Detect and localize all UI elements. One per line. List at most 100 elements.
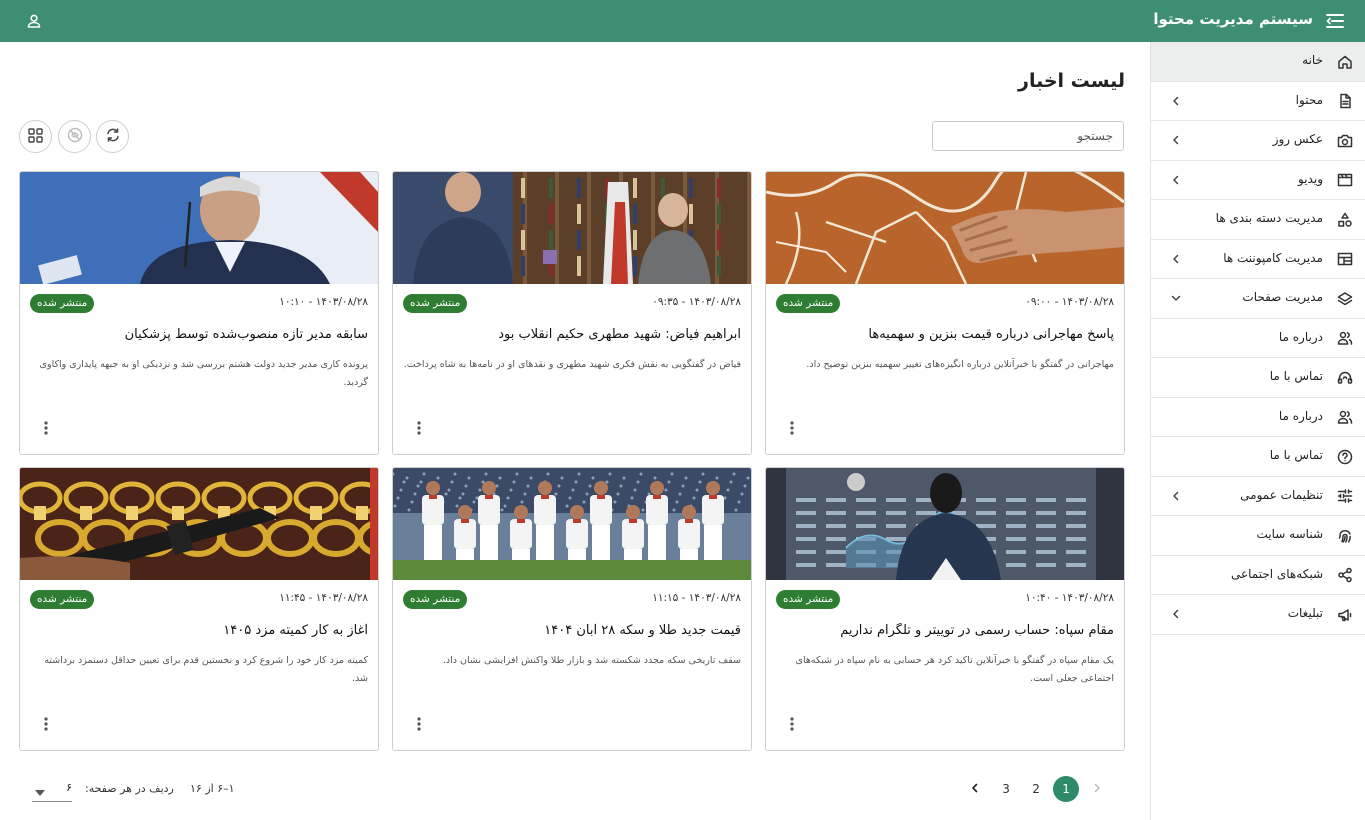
- sidebar-item-label: تبلیغات: [1287, 606, 1323, 620]
- status-badge: منتشر شده: [776, 590, 841, 609]
- sidebar-item-5[interactable]: مدیریت کامپوننت ها: [1151, 240, 1365, 279]
- card-title[interactable]: آغاز به کار کمیته مزد ۱۴۰۵: [30, 623, 368, 638]
- page-title: لیست اخبار: [1018, 70, 1125, 92]
- status-badge: منتشر شده: [403, 294, 468, 313]
- chevron-left-icon[interactable]: [1169, 252, 1183, 266]
- more-vert-icon[interactable]: [784, 418, 800, 438]
- chevron-left-icon[interactable]: [1169, 607, 1183, 621]
- sidebar-item-label: عکس روز: [1272, 132, 1323, 146]
- news-card[interactable]: منتشر شده ۱۴۰۳/۰۸/۲۸ - ۱۱:۴۵ آغاز به کار ک…: [19, 467, 379, 751]
- rows-per-page-label: ردیف در هر صفحه:: [85, 782, 174, 795]
- status-badge: منتشر شده: [30, 294, 95, 313]
- grid-view-button[interactable]: [19, 120, 52, 153]
- refresh-icon: [105, 127, 121, 146]
- chevron-left-icon[interactable]: [1169, 489, 1183, 503]
- sidebar-item-14[interactable]: تبلیغات: [1151, 595, 1365, 635]
- hide-button[interactable]: [58, 120, 91, 153]
- page-button-1[interactable]: 1: [1053, 776, 1079, 802]
- gold-jewelry-photo[interactable]: [20, 468, 378, 580]
- people-icon: [1336, 409, 1353, 426]
- sidebar-item-label: مدیریت کامپوننت ها: [1223, 250, 1323, 265]
- sidebar-item-label: ویدیو: [1298, 171, 1323, 186]
- layers-icon: [1336, 290, 1353, 307]
- news-card[interactable]: منتشر شده ۱۴۰۳/۰۸/۲۸ - ۰۹:۳۵ ابراهیم فیاض:…: [392, 171, 752, 455]
- rows-per-page-select[interactable]: ۶: [32, 776, 72, 802]
- menu-icon[interactable]: [1325, 11, 1345, 31]
- sidebar-item-6[interactable]: مدیریت صفحات: [1151, 279, 1365, 319]
- sidebar-item-8[interactable]: تماس با ما: [1151, 358, 1365, 398]
- chevron-left-icon[interactable]: [1169, 133, 1183, 147]
- category-icon: [1336, 211, 1353, 228]
- card-description: پرونده کاری مدیر جدید دولت هشتم بررسی شد…: [39, 359, 368, 388]
- sidebar-item-label: مدیریت صفحات: [1242, 290, 1323, 304]
- news-card[interactable]: منتشر شده ۱۴۰۳/۰۸/۲۸ - ۱۰:۴۰ مقام سپاه: حس…: [765, 467, 1125, 751]
- camera-icon: [1336, 132, 1353, 149]
- card-title[interactable]: پاسخ مهاجرانی درباره قیمت بنزین و سهمیه‌…: [776, 327, 1114, 342]
- search-input[interactable]: [932, 121, 1124, 151]
- card-date: ۱۴۰۳/۰۸/۲۸ - ۱۱:۴۵: [279, 592, 368, 604]
- fingerprint-icon: [1336, 527, 1353, 544]
- refresh-button[interactable]: [96, 120, 129, 153]
- sidebar-item-12[interactable]: شناسه سایت: [1151, 516, 1365, 556]
- people-icon: [1336, 330, 1353, 347]
- sidebar-item-13[interactable]: شبکه‌های اجتماعی: [1151, 556, 1365, 595]
- sidebar-item-label: محتوا: [1295, 92, 1323, 107]
- grid-view-icon: [28, 127, 43, 146]
- sliders-icon: [1336, 488, 1353, 505]
- sidebar-item-0[interactable]: خانه: [1151, 42, 1365, 82]
- sidebar-item-11[interactable]: تنظیمات عمومی: [1151, 477, 1365, 516]
- sidebar-item-4[interactable]: مدیریت دسته بندی ها: [1151, 200, 1365, 240]
- interview-photo[interactable]: [393, 172, 751, 284]
- more-vert-icon[interactable]: [38, 418, 54, 438]
- card-title[interactable]: ابراهیم فیاض: شهید مطهری حکیم انقلاب بود: [403, 327, 741, 342]
- card-date: ۱۴۰۳/۰۸/۲۸ - ۱۰:۴۰: [1025, 592, 1114, 604]
- sidebar-item-3[interactable]: ویدیو: [1151, 161, 1365, 200]
- chevron-left-icon[interactable]: [1169, 173, 1183, 187]
- next-page-button[interactable]: [962, 776, 988, 802]
- sidebar-item-label: تماس با ما: [1269, 369, 1323, 383]
- news-card[interactable]: منتشر شده ۱۴۰۳/۰۸/۲۸ - ۱۰:۱۰ سابقه مدیر تا…: [19, 171, 379, 455]
- video-icon: [1336, 172, 1353, 189]
- more-vert-icon[interactable]: [38, 714, 54, 734]
- stock-exchange-photo[interactable]: [766, 468, 1124, 580]
- rows-per-page-value: ۶: [66, 781, 72, 794]
- sidebar-item-2[interactable]: عکس روز: [1151, 121, 1365, 161]
- card-title[interactable]: مقام سپاه: حساب رسمی در توییتر و تلگرام …: [776, 623, 1114, 638]
- more-vert-icon[interactable]: [411, 418, 427, 438]
- cracked-earth-photo[interactable]: [766, 172, 1124, 284]
- sidebar-item-7[interactable]: درباره ما: [1151, 319, 1365, 358]
- user-icon[interactable]: [24, 11, 44, 31]
- chevron-left-icon[interactable]: [1169, 94, 1183, 108]
- hide-icon: [66, 126, 84, 147]
- document-icon: [1336, 93, 1353, 110]
- more-vert-icon[interactable]: [411, 714, 427, 734]
- card-description: سقف تاریخی سکه مجدد شکسته شد و بازار طلا…: [442, 655, 741, 666]
- page-button-3[interactable]: 3: [993, 776, 1019, 802]
- speaker-photo[interactable]: [20, 172, 378, 284]
- sidebar-item-label: خانه: [1302, 53, 1323, 67]
- football-team-photo[interactable]: [393, 468, 751, 580]
- news-card[interactable]: منتشر شده ۱۴۰۳/۰۸/۲۸ - ۰۹:۰۰ پاسخ مهاجرانی…: [765, 171, 1125, 455]
- sidebar-item-label: شبکه‌های اجتماعی: [1230, 566, 1323, 581]
- sidebar: خانه محتوا عکس روز ویدیو مدیریت دسته بندی ها…: [1150, 42, 1365, 820]
- sidebar-item-label: تماس با ما: [1269, 448, 1323, 462]
- sidebar-item-9[interactable]: درباره ما: [1151, 398, 1365, 437]
- card-date: ۱۴۰۳/۰۸/۲۸ - ۱۱:۱۵: [652, 592, 741, 604]
- more-vert-icon[interactable]: [784, 714, 800, 734]
- layout-icon: [1336, 251, 1353, 268]
- card-title[interactable]: سابقه مدیر تازه منصوب‌شده توسط پزشکیان: [30, 327, 368, 342]
- sidebar-item-1[interactable]: محتوا: [1151, 82, 1365, 121]
- chevron-left-icon: [970, 782, 980, 796]
- sidebar-item-label: درباره ما: [1278, 329, 1323, 344]
- pagination-range: ۱–۶ از ۱۶: [190, 782, 235, 795]
- sidebar-item-label: شناسه سایت: [1256, 527, 1323, 541]
- page-button-2[interactable]: 2: [1023, 776, 1049, 802]
- chevron-right-icon: [1092, 782, 1102, 796]
- news-card[interactable]: منتشر شده ۱۴۰۳/۰۸/۲۸ - ۱۱:۱۵ قیمت جدید طلا…: [392, 467, 752, 751]
- card-description: فیاض در گفتگویی به نقش فکری شهید مطهری و…: [403, 359, 741, 370]
- prev-page-button[interactable]: [1084, 776, 1110, 802]
- sidebar-item-10[interactable]: تماس با ما: [1151, 437, 1365, 477]
- top-app-bar: سیستم مدیریت محتوا: [0, 0, 1365, 42]
- chevron-down-icon[interactable]: [1169, 291, 1183, 305]
- card-title[interactable]: قیمت جدید طلا و سکه ۲۸ آبان ۱۴۰۴: [403, 623, 741, 638]
